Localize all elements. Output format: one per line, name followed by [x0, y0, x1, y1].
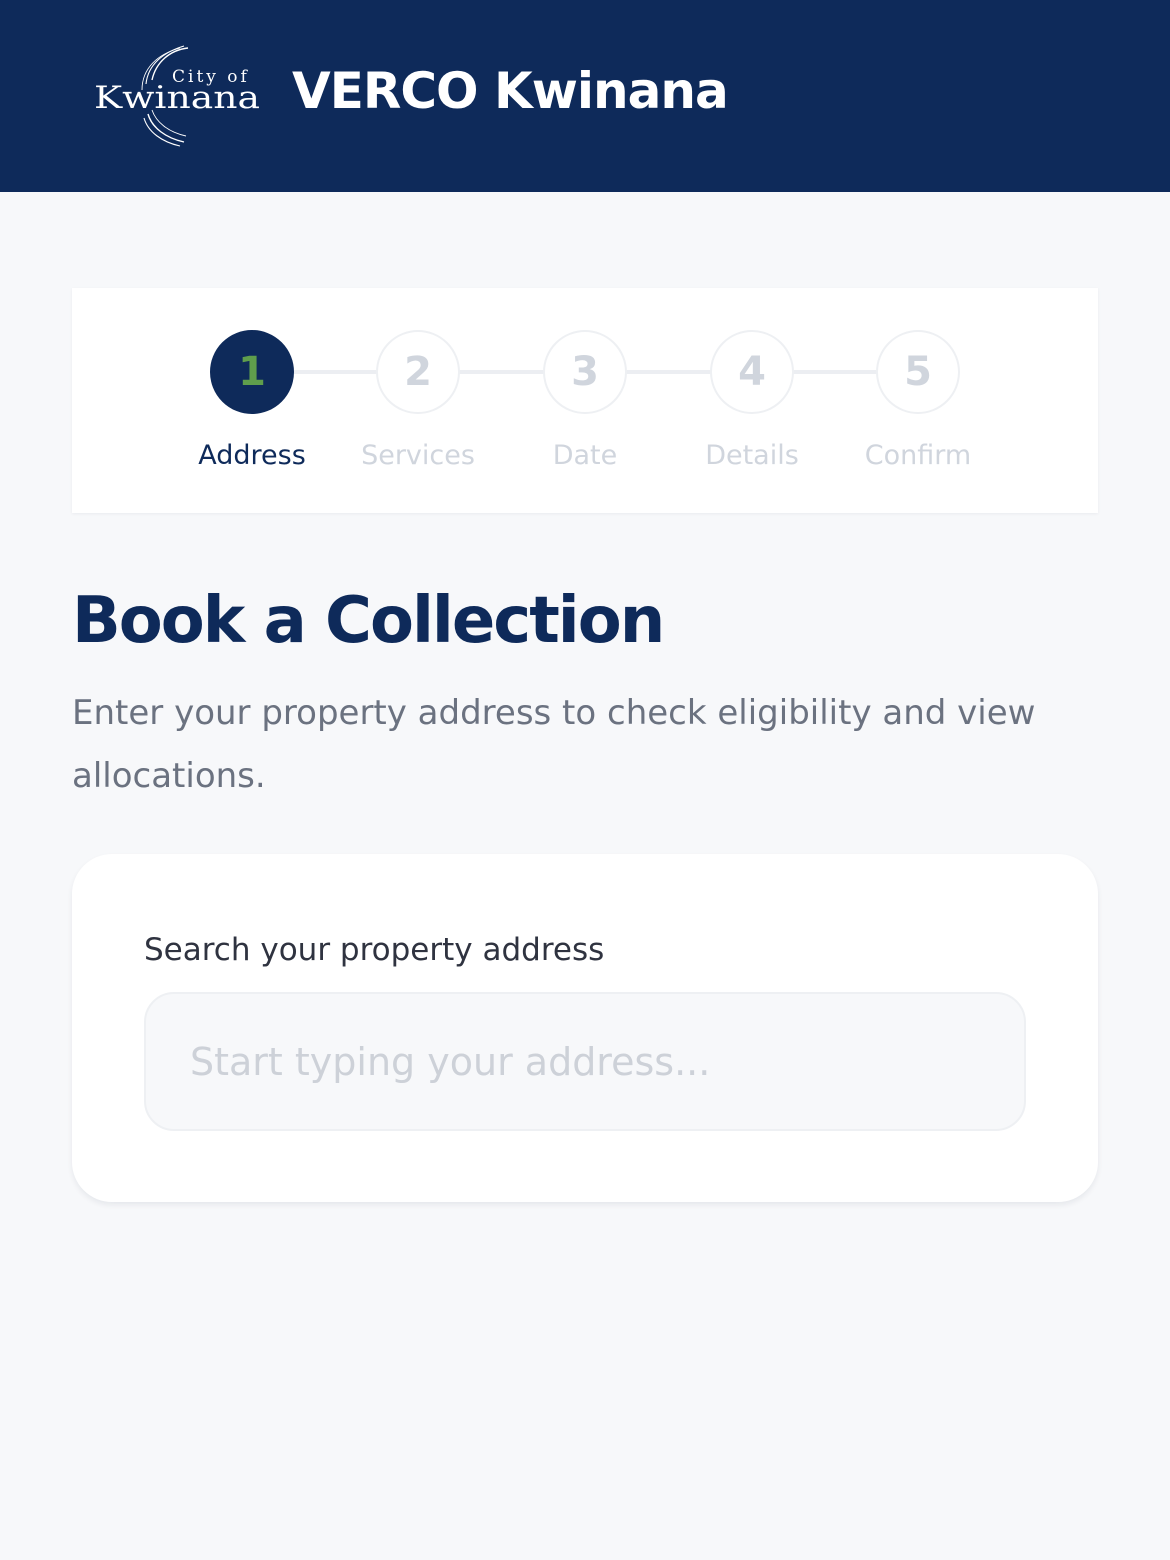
- city-of-kwinana-logo[interactable]: City of Kwinana: [90, 44, 268, 148]
- step-details[interactable]: 4 Details: [672, 330, 832, 471]
- step-address[interactable]: 1 Address: [172, 330, 332, 471]
- step-label: Services: [361, 440, 475, 471]
- step-number: 5: [876, 330, 960, 414]
- app-title: VERCO Kwinana: [292, 62, 729, 120]
- step-number: 4: [710, 330, 794, 414]
- step-label: Date: [552, 440, 618, 471]
- page-title: Book a Collection: [72, 584, 665, 658]
- address-search-card: Search your property address: [72, 854, 1098, 1202]
- address-search-input[interactable]: [144, 992, 1026, 1131]
- step-number: 1: [210, 330, 294, 414]
- step-number: 3: [543, 330, 627, 414]
- step-services[interactable]: 2 Services: [338, 330, 498, 471]
- booking-stepper: 1 Address 2 Services 3 Date 4 Details 5 …: [72, 288, 1098, 513]
- app-header: City of Kwinana VERCO Kwinana: [0, 0, 1170, 192]
- step-label: Details: [705, 440, 799, 471]
- step-label: Confirm: [864, 440, 972, 471]
- logo-mark: City of Kwinana: [94, 45, 260, 147]
- step-date[interactable]: 3 Date: [505, 330, 665, 471]
- page-subtitle: Enter your property address to check eli…: [72, 693, 1036, 796]
- step-label: Address: [198, 440, 306, 471]
- step-number: 2: [376, 330, 460, 414]
- step-confirm[interactable]: 5 Confirm: [838, 330, 998, 471]
- search-label: Search your property address: [144, 932, 605, 968]
- logo-line2: Kwinana: [94, 80, 260, 116]
